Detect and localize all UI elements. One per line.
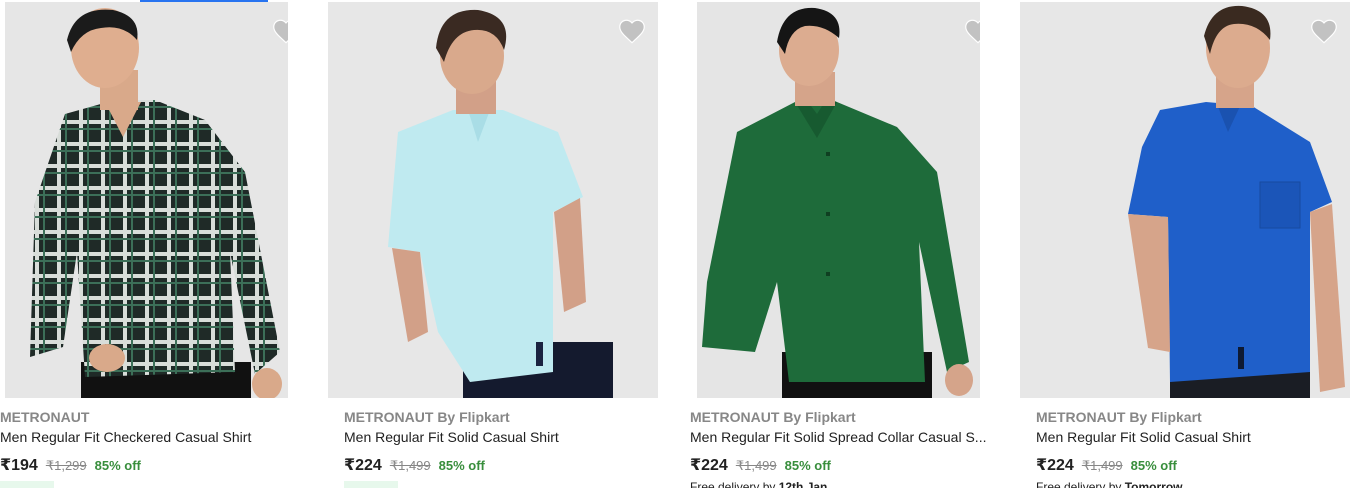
delivery-date: Tomorrow: [1124, 480, 1183, 488]
wishlist-heart-icon[interactable]: [1310, 18, 1338, 44]
discount-label: 85% off: [1130, 458, 1177, 473]
product-brand: METRONAUT By Flipkart: [344, 409, 510, 425]
delivery-prefix: Free delivery by: [1036, 480, 1125, 488]
price-row: ₹224 ₹1,499 85% off: [690, 455, 831, 475]
product-card[interactable]: METRONAUT By Flipkart Men Regular Fit So…: [690, 0, 1000, 488]
product-photo-checkered-shirt: [5, 2, 288, 398]
offer-badge: [344, 481, 398, 488]
wishlist-heart-icon[interactable]: [618, 18, 646, 44]
product-brand: METRONAUT: [0, 409, 90, 425]
product-title[interactable]: Men Regular Fit Solid Casual Shirt: [344, 429, 664, 445]
wishlist-heart-icon[interactable]: [272, 18, 288, 44]
product-brand: METRONAUT By Flipkart: [1036, 409, 1202, 425]
product-image[interactable]: [328, 2, 658, 398]
selling-price: ₹224: [344, 457, 382, 474]
product-card[interactable]: METRONAUT By Flipkart Men Regular Fit So…: [1020, 0, 1360, 488]
product-image[interactable]: [697, 2, 980, 398]
price-row: ₹224 ₹1,499 85% off: [1036, 455, 1177, 475]
discount-label: 85% off: [438, 458, 485, 473]
wishlist-heart-icon[interactable]: [964, 18, 980, 44]
product-image[interactable]: [1020, 2, 1350, 398]
selling-price: ₹224: [690, 457, 728, 474]
product-photo-blue-shirt: [1020, 2, 1350, 398]
delivery-info: Free delivery by Tomorrow: [1036, 480, 1182, 488]
product-photo-light-blue-shirt: [328, 2, 658, 398]
original-price: ₹1,499: [389, 458, 431, 473]
delivery-date: 12th Jan: [778, 480, 828, 488]
product-title[interactable]: Men Regular Fit Checkered Casual Shirt: [0, 429, 290, 445]
product-photo-green-shirt: [697, 2, 980, 398]
price-row: ₹194 ₹1,299 85% off: [0, 455, 141, 475]
product-image[interactable]: [5, 2, 288, 398]
product-card[interactable]: METRONAUT Men Regular Fit Checkered Casu…: [0, 0, 300, 488]
delivery-info: Free delivery by 12th Jan: [690, 480, 827, 488]
discount-label: 85% off: [94, 458, 141, 473]
selling-price: ₹224: [1036, 457, 1074, 474]
product-grid-page: METRONAUT Men Regular Fit Checkered Casu…: [0, 0, 1360, 488]
discount-label: 85% off: [784, 458, 831, 473]
product-card[interactable]: METRONAUT By Flipkart Men Regular Fit So…: [328, 0, 668, 488]
original-price: ₹1,499: [735, 458, 777, 473]
selling-price: ₹194: [0, 457, 38, 474]
product-brand: METRONAUT By Flipkart: [690, 409, 856, 425]
offer-badge: [0, 481, 54, 488]
delivery-prefix: Free delivery by: [690, 480, 779, 488]
original-price: ₹1,499: [1081, 458, 1123, 473]
product-title[interactable]: Men Regular Fit Solid Spread Collar Casu…: [690, 429, 990, 445]
product-title[interactable]: Men Regular Fit Solid Casual Shirt: [1036, 429, 1356, 445]
price-row: ₹224 ₹1,499 85% off: [344, 455, 485, 475]
original-price: ₹1,299: [45, 458, 87, 473]
